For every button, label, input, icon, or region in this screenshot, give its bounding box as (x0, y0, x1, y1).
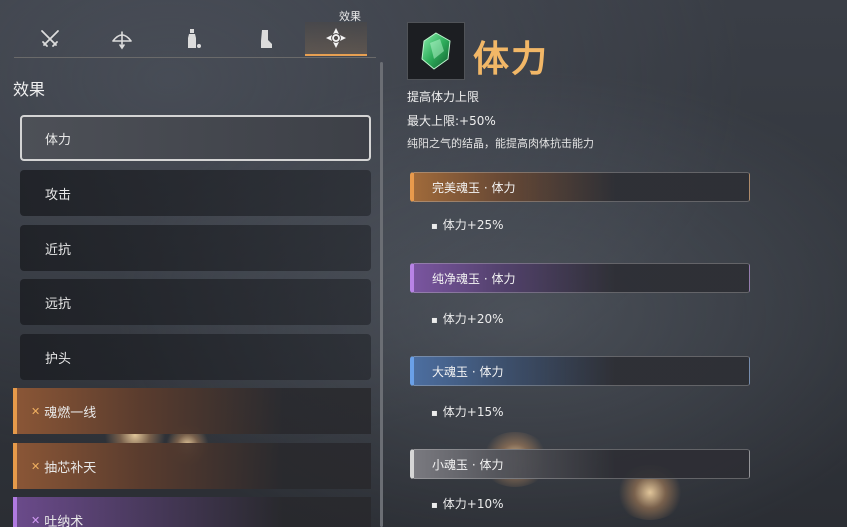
list-item-label: 体力 (45, 132, 72, 148)
list-item-label: 抽芯补天 (44, 460, 97, 476)
list-scrollbar[interactable] (380, 62, 383, 527)
bow-icon (112, 31, 132, 50)
tab-consumables[interactable] (162, 22, 224, 56)
list-item-label: 近抗 (45, 242, 72, 258)
list-item-label: 远抗 (45, 296, 72, 312)
tab-weapons[interactable] (19, 22, 81, 56)
potion-bottle-icon (188, 29, 201, 48)
list-item-breathing-art[interactable]: ✕ 吐纳术 (13, 497, 371, 527)
tab-effects[interactable] (305, 22, 367, 56)
green-jade-gem-icon (421, 32, 451, 70)
category-tab-bar: 效果 (14, 0, 376, 58)
rarity-mark-icon: ✕ (31, 513, 41, 527)
tier-bonus: 体力+25% (431, 216, 504, 233)
tier-name: 完美魂玉 · 体力 (432, 180, 516, 195)
tier-name: 纯净魂玉 · 体力 (432, 271, 516, 286)
tier-header-large: 大魂玉 · 体力 (410, 356, 750, 386)
tier-bonus: 体力+10% (431, 495, 504, 512)
rarity-mark-icon: ✕ (31, 404, 41, 418)
tier-bonus: 体力+20% (431, 310, 504, 327)
detail-title: 体力 (473, 39, 550, 80)
effect-emblem-icon (326, 28, 346, 48)
active-tab-caption: 效果 (339, 10, 361, 23)
detail-max-limit: 最大上限:+50% (407, 114, 496, 128)
list-item-head-guard[interactable]: 护头 (20, 334, 371, 380)
tab-bows[interactable] (91, 22, 153, 56)
tier-name: 大魂玉 · 体力 (432, 364, 504, 379)
tier-header-small: 小魂玉 · 体力 (410, 449, 750, 479)
tier-header-pure: 纯净魂玉 · 体力 (410, 263, 750, 293)
list-item-soul-burn[interactable]: ✕ 魂燃一线 (13, 388, 371, 434)
list-item-label: 魂燃一线 (44, 405, 97, 421)
tier-header-perfect: 完美魂玉 · 体力 (410, 172, 750, 202)
list-item-melee-resist[interactable]: 近抗 (20, 225, 371, 271)
list-item-label: 护头 (45, 351, 72, 367)
tab-armor[interactable] (234, 22, 296, 56)
item-icon-frame (407, 22, 465, 80)
boot-icon (261, 30, 272, 48)
detail-effect-text: 提高体力上限 (407, 90, 480, 104)
rarity-mark-icon: ✕ (31, 459, 41, 473)
list-item-attack[interactable]: 攻击 (20, 170, 371, 216)
list-item-ranged-resist[interactable]: 远抗 (20, 279, 371, 325)
tier-name: 小魂玉 · 体力 (432, 457, 504, 472)
list-item-core-mend[interactable]: ✕ 抽芯补天 (13, 443, 371, 489)
crossed-swords-icon (41, 30, 59, 47)
list-item-label: 攻击 (45, 187, 72, 203)
detail-flavor-text: 纯阳之气的结晶，能提高肉体抗击能力 (407, 137, 594, 150)
section-title: 效果 (13, 80, 46, 99)
list-item-label: 吐纳术 (44, 514, 84, 527)
list-item-stamina[interactable]: 体力 (20, 115, 371, 161)
tier-bonus: 体力+15% (431, 403, 504, 420)
